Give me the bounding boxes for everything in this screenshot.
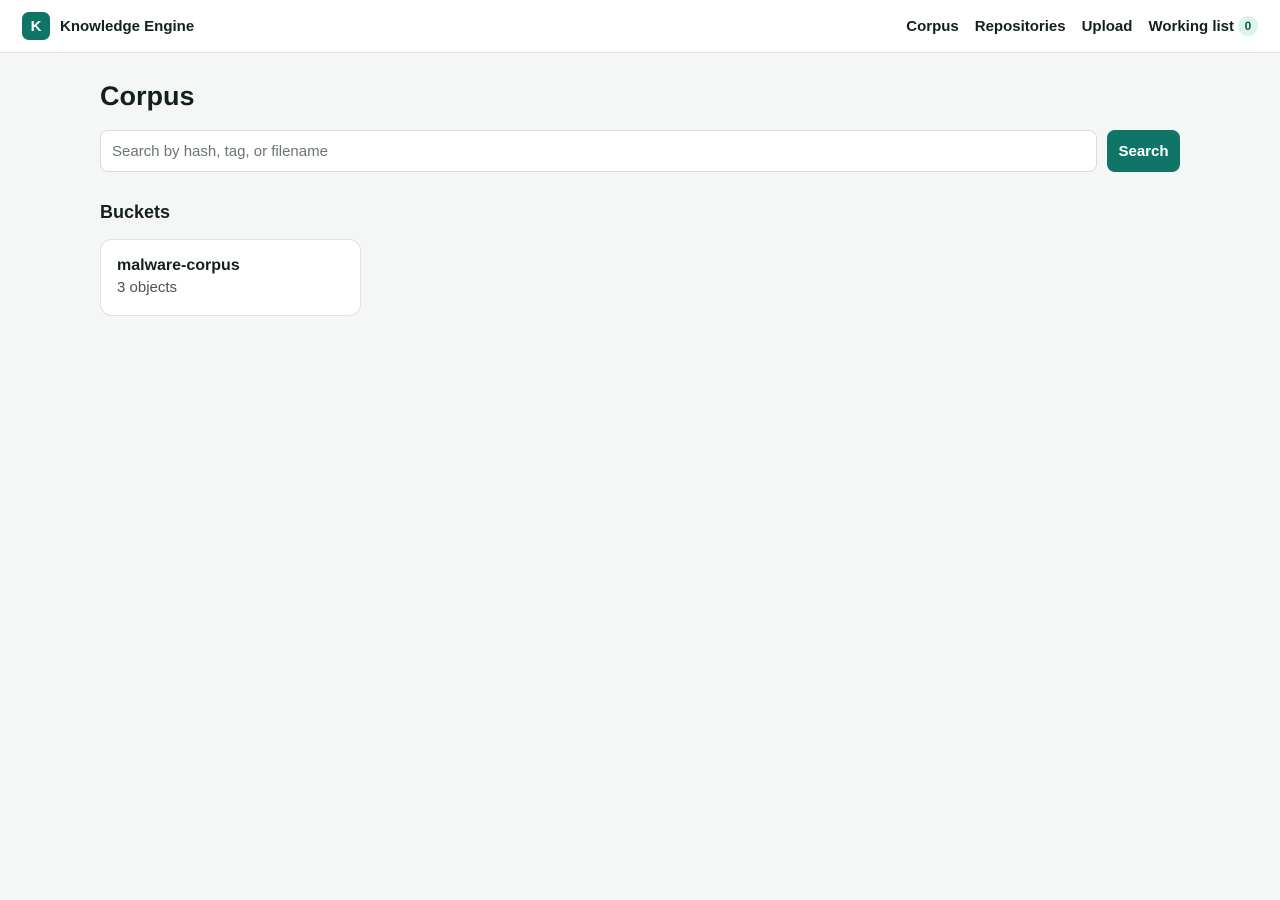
nav-item-repositories[interactable]: Repositories [975,18,1066,35]
logo-icon: K [22,12,50,40]
bucket-card[interactable]: malware-corpus 3 objects [100,239,361,316]
nav-item-working-list-label: Working list [1148,17,1234,35]
nav-item-working-list[interactable]: Working list 0 [1148,16,1258,36]
main-nav: Corpus Repositories Upload Working list … [906,16,1258,36]
top-bar: K Knowledge Engine Corpus Repositories U… [0,0,1280,53]
buckets-heading: Buckets [100,202,171,222]
search-button[interactable]: Search [1107,130,1180,172]
nav-item-corpus[interactable]: Corpus [906,18,959,35]
brand-link[interactable]: K Knowledge Engine [22,12,194,40]
working-list-count-badge: 0 [1238,16,1258,36]
search-input[interactable] [100,130,1097,172]
app-name: Knowledge Engine [60,17,195,35]
page-title: Corpus [100,81,195,111]
bucket-name: malware-corpus [117,257,240,274]
bucket-object-count: 3 objects [117,279,178,296]
search-row: Search [100,130,1180,172]
nav-item-upload[interactable]: Upload [1082,18,1133,35]
bucket-list: malware-corpus 3 objects [100,239,1180,316]
main-content: Corpus Search Buckets malware-corpus 3 o… [100,53,1180,316]
